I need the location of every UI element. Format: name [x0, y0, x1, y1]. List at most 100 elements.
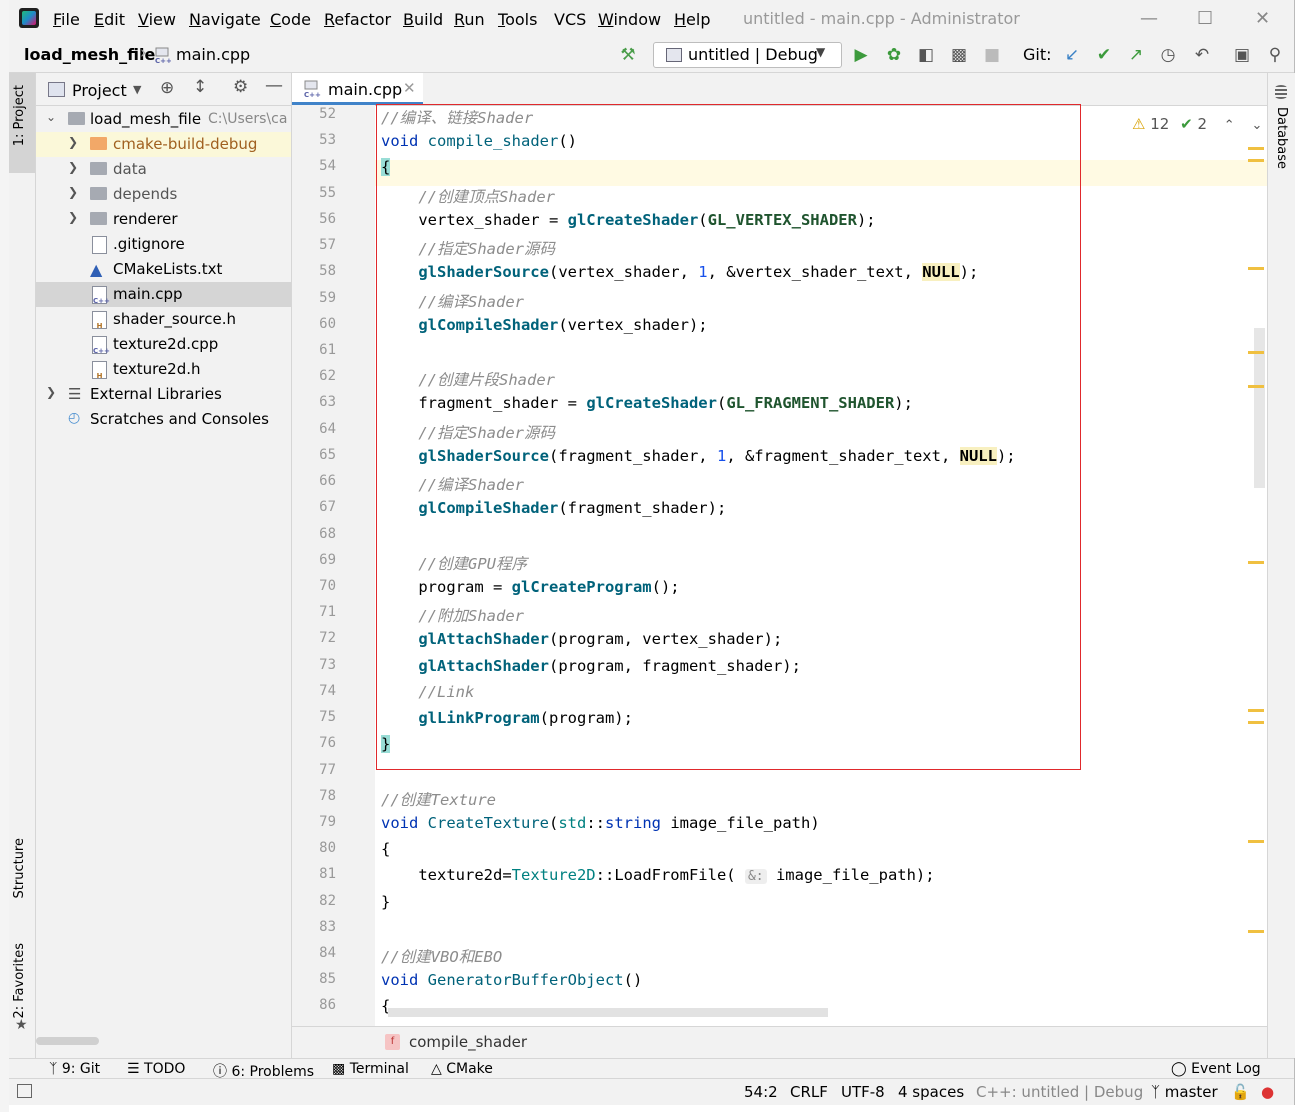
tree-item-depends[interactable]: ❯ depends — [36, 182, 291, 207]
database-tab[interactable]: Database — [1274, 107, 1289, 169]
menu-build[interactable]: Build — [403, 10, 443, 29]
project-structure-icon[interactable]: ▣ — [1232, 45, 1252, 65]
editor-horizontal-scrollbar[interactable] — [388, 1008, 828, 1017]
lock-icon[interactable]: 🔓 — [1231, 1083, 1250, 1101]
git-tool-button[interactable]: ᛉ 9: Git — [49, 1061, 100, 1077]
indent-setting[interactable]: 4 spaces — [898, 1083, 964, 1101]
line-number: 59 — [319, 289, 336, 306]
tree-item-texture2d-cpp[interactable]: C++ texture2d.cpp — [36, 332, 291, 357]
close-tab-icon[interactable]: ✕ — [403, 79, 416, 97]
git-commit-icon[interactable]: ✔ — [1094, 45, 1114, 65]
rollback-icon[interactable]: ↶ — [1192, 45, 1212, 65]
maximize-icon[interactable]: ☐ — [1197, 8, 1213, 29]
menu-refactor[interactable]: Refactor — [324, 10, 391, 29]
tree-item-renderer[interactable]: ❯ renderer — [36, 207, 291, 232]
code-line[interactable]: //创建VBO和EBO — [381, 945, 502, 967]
weak-warning-count: 2 — [1197, 115, 1208, 133]
line-number: 54 — [319, 158, 336, 175]
tree-item-gitignore[interactable]: .gitignore — [36, 232, 291, 257]
debug-bug-icon[interactable]: ✿ — [884, 45, 904, 65]
git-branch-widget[interactable]: ᛉ master — [1151, 1083, 1218, 1101]
run-icon[interactable]: ▶ — [851, 45, 871, 65]
breadcrumb-file[interactable]: main.cpp — [176, 45, 250, 64]
history-clock-icon[interactable]: ◷ — [1158, 45, 1178, 65]
structure-tab[interactable]: Structure — [12, 838, 27, 898]
chevron-down-icon[interactable]: ▼ — [133, 83, 141, 96]
tree-item-data[interactable]: ❯ data — [36, 157, 291, 182]
caret-position[interactable]: 54:2 — [744, 1083, 778, 1101]
code-line[interactable]: void GeneratorBufferObject() — [381, 971, 642, 989]
toggle-tool-windows-icon[interactable] — [17, 1084, 32, 1098]
profile-icon[interactable]: ▩ — [949, 45, 969, 65]
error-stripe-marker[interactable] — [1248, 159, 1264, 162]
error-stripe-marker[interactable] — [1248, 147, 1264, 150]
tree-item-external-libraries[interactable]: ❯ ☰ External Libraries — [36, 382, 291, 407]
menu-run[interactable]: Run — [454, 10, 485, 29]
line-separator[interactable]: CRLF — [790, 1083, 828, 1101]
tree-item-scratches[interactable]: ◴ Scratches and Consoles — [36, 407, 291, 432]
tab-main-cpp[interactable]: C++ main.cpp ✕ — [292, 73, 423, 105]
close-window-icon[interactable]: ✕ — [1255, 8, 1270, 29]
todo-tool-button[interactable]: ☰ TODO — [127, 1061, 185, 1077]
locate-target-icon[interactable]: ⊕ — [160, 78, 174, 98]
menu-vcs[interactable]: VCS — [554, 10, 586, 29]
tree-item-shader-source-h[interactable]: H shader_source.h — [36, 307, 291, 332]
inspection-widget[interactable]: ⚠ 12 ✔ 2 ⌃ ⌄ — [1132, 115, 1262, 133]
menu-edit[interactable]: Edit — [94, 10, 125, 29]
menu-window[interactable]: Window — [598, 10, 661, 29]
menu-help[interactable]: Help — [674, 10, 710, 29]
coverage-icon[interactable]: ◧ — [916, 45, 936, 65]
error-stripe-marker[interactable] — [1248, 930, 1264, 933]
error-stripe-marker[interactable] — [1248, 840, 1264, 843]
cpp-file-icon: C++ — [92, 286, 110, 305]
code-line[interactable]: } — [381, 893, 390, 911]
tree-item-cmake-build-debug[interactable]: ❯ cmake-build-debug — [36, 132, 291, 157]
code-line[interactable]: //创建Texture — [381, 788, 496, 810]
menu-tools[interactable]: Tools — [498, 10, 537, 29]
tree-item-cmakelists[interactable]: ▲ CMakeLists.txt — [36, 257, 291, 282]
gear-icon[interactable]: ⚙ — [233, 77, 248, 97]
collapse-all-icon[interactable]: ↕ — [193, 77, 207, 97]
line-number: 82 — [319, 892, 336, 909]
project-panel-title[interactable]: Project — [72, 81, 127, 100]
hide-panel-icon[interactable]: — — [265, 75, 283, 96]
cmake-tool-button[interactable]: △ CMake — [431, 1061, 493, 1077]
breadcrumb-project[interactable]: load_mesh_file — [24, 45, 155, 64]
menu-code[interactable]: Code — [270, 10, 311, 29]
tree-item-main-cpp[interactable]: C++ main.cpp — [36, 282, 291, 307]
run-configuration-select[interactable]: untitled | Debug ▼ — [653, 42, 842, 68]
code-line[interactable]: void CreateTexture(std::string image_fil… — [381, 814, 820, 832]
menu-file[interactable]: File — [53, 10, 80, 29]
project-view-icon — [48, 82, 65, 97]
code-line[interactable]: texture2d=Texture2D::LoadFromFile( &: im… — [381, 866, 935, 885]
git-push-icon[interactable]: ↗ — [1126, 45, 1146, 65]
menu-view[interactable]: View — [138, 10, 176, 29]
stop-icon[interactable]: ■ — [982, 45, 1002, 65]
breadcrumb-function[interactable]: compile_shader — [409, 1033, 527, 1051]
git-update-icon[interactable]: ↙ — [1062, 45, 1082, 65]
minimize-icon[interactable]: — — [1140, 8, 1158, 29]
error-stripe-marker[interactable] — [1248, 721, 1264, 724]
code-line[interactable]: { — [381, 840, 390, 858]
tree-item-texture2d-h[interactable]: H texture2d.h — [36, 357, 291, 382]
build-hammer-icon[interactable]: ⚒ — [618, 45, 638, 65]
previous-highlight-icon[interactable]: ⌃ — [1224, 118, 1235, 133]
event-log-button[interactable]: ◯ Event Log — [1171, 1061, 1261, 1077]
project-horizontal-scrollbar[interactable] — [36, 1037, 99, 1045]
next-highlight-icon[interactable]: ⌄ — [1251, 118, 1262, 133]
terminal-tool-button[interactable]: ▩ Terminal — [332, 1061, 409, 1077]
search-icon[interactable]: ⚲ — [1265, 45, 1285, 65]
resolve-context[interactable]: C++: untitled | Debug — [976, 1083, 1143, 1101]
chevron-right-icon: ❯ — [68, 185, 79, 199]
error-stripe-marker[interactable] — [1248, 351, 1264, 354]
file-encoding[interactable]: UTF-8 — [841, 1083, 885, 1101]
favorites-tab[interactable]: 2: Favorites — [12, 943, 27, 1019]
project-tool-tab[interactable]: 1: Project — [9, 73, 35, 173]
error-stripe-marker[interactable] — [1248, 709, 1264, 712]
menu-navigate[interactable]: Navigate — [189, 10, 261, 29]
error-indicator-icon[interactable]: ● — [1261, 1083, 1274, 1101]
error-stripe-marker[interactable] — [1248, 561, 1264, 564]
error-stripe-marker[interactable] — [1248, 385, 1264, 388]
tree-root[interactable]: ⌄ load_mesh_file C:\Users\ca — [36, 107, 291, 132]
error-stripe-marker[interactable] — [1248, 267, 1264, 270]
